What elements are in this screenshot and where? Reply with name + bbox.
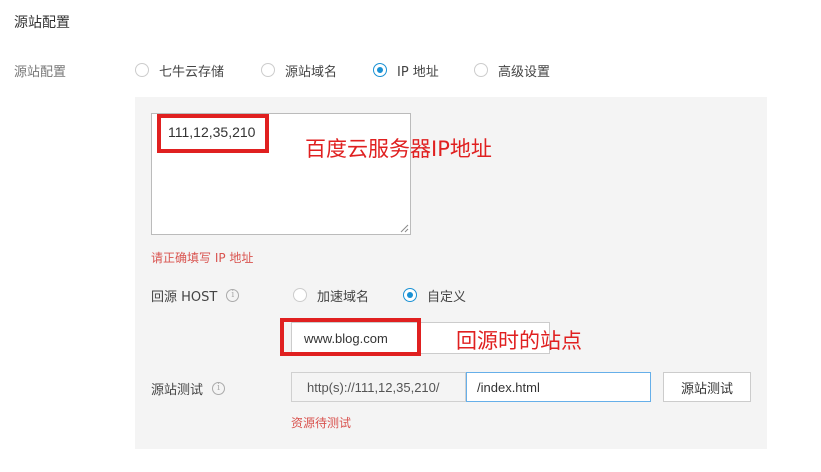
radio-button[interactable] xyxy=(474,63,488,77)
origin-test-label: 源站测试 i xyxy=(151,379,226,398)
radio-qiniu-storage[interactable]: 七牛云存储 xyxy=(135,60,224,80)
radio-label: 加速域名 xyxy=(317,289,370,305)
radio-label: 自定义 xyxy=(427,289,467,305)
test-status-message: 资源待测试 xyxy=(291,416,352,430)
radio-origin-domain[interactable]: 源站域名 xyxy=(261,60,337,80)
resize-grip-icon[interactable] xyxy=(400,224,409,233)
radio-label: 高级设置 xyxy=(498,64,551,80)
radio-label: IP 地址 xyxy=(397,64,439,80)
host-label-text: 回源 HOST xyxy=(151,290,218,305)
ip-error-message: 请正确填写 IP 地址 xyxy=(151,251,254,265)
origin-config-label: 源站配置 xyxy=(14,65,67,80)
radio-label: 七牛云存储 xyxy=(159,64,225,80)
origin-test-button[interactable]: 源站测试 xyxy=(663,372,751,402)
radio-label: 源站域名 xyxy=(285,64,338,80)
radio-button[interactable] xyxy=(293,288,307,302)
radio-button[interactable] xyxy=(261,63,275,77)
annotation-ip-note: 百度云服务器IP地址 xyxy=(305,137,492,161)
radio-button[interactable] xyxy=(135,63,149,77)
radio-advanced-settings[interactable]: 高级设置 xyxy=(474,60,550,80)
info-icon[interactable]: i xyxy=(226,289,240,302)
annotation-host-note: 回源时的站点 xyxy=(456,329,582,353)
test-path-input[interactable] xyxy=(466,372,651,402)
radio-accelerated-domain[interactable]: 加速域名 xyxy=(293,285,369,305)
ip-address-textarea[interactable]: 111,12,35,210 xyxy=(151,113,411,235)
radio-ip-address[interactable]: IP 地址 xyxy=(373,60,439,80)
info-icon[interactable]: i xyxy=(212,382,226,395)
radio-button-checked[interactable] xyxy=(373,63,387,77)
host-label: 回源 HOST i xyxy=(151,286,240,305)
radio-custom-host[interactable]: 自定义 xyxy=(403,285,466,305)
radio-button-checked[interactable] xyxy=(403,288,417,302)
url-prefix: http(s)://111,12,35,210/ xyxy=(291,372,466,402)
origin-test-label-text: 源站测试 xyxy=(151,383,204,398)
section-title: 源站配置 xyxy=(14,15,70,31)
